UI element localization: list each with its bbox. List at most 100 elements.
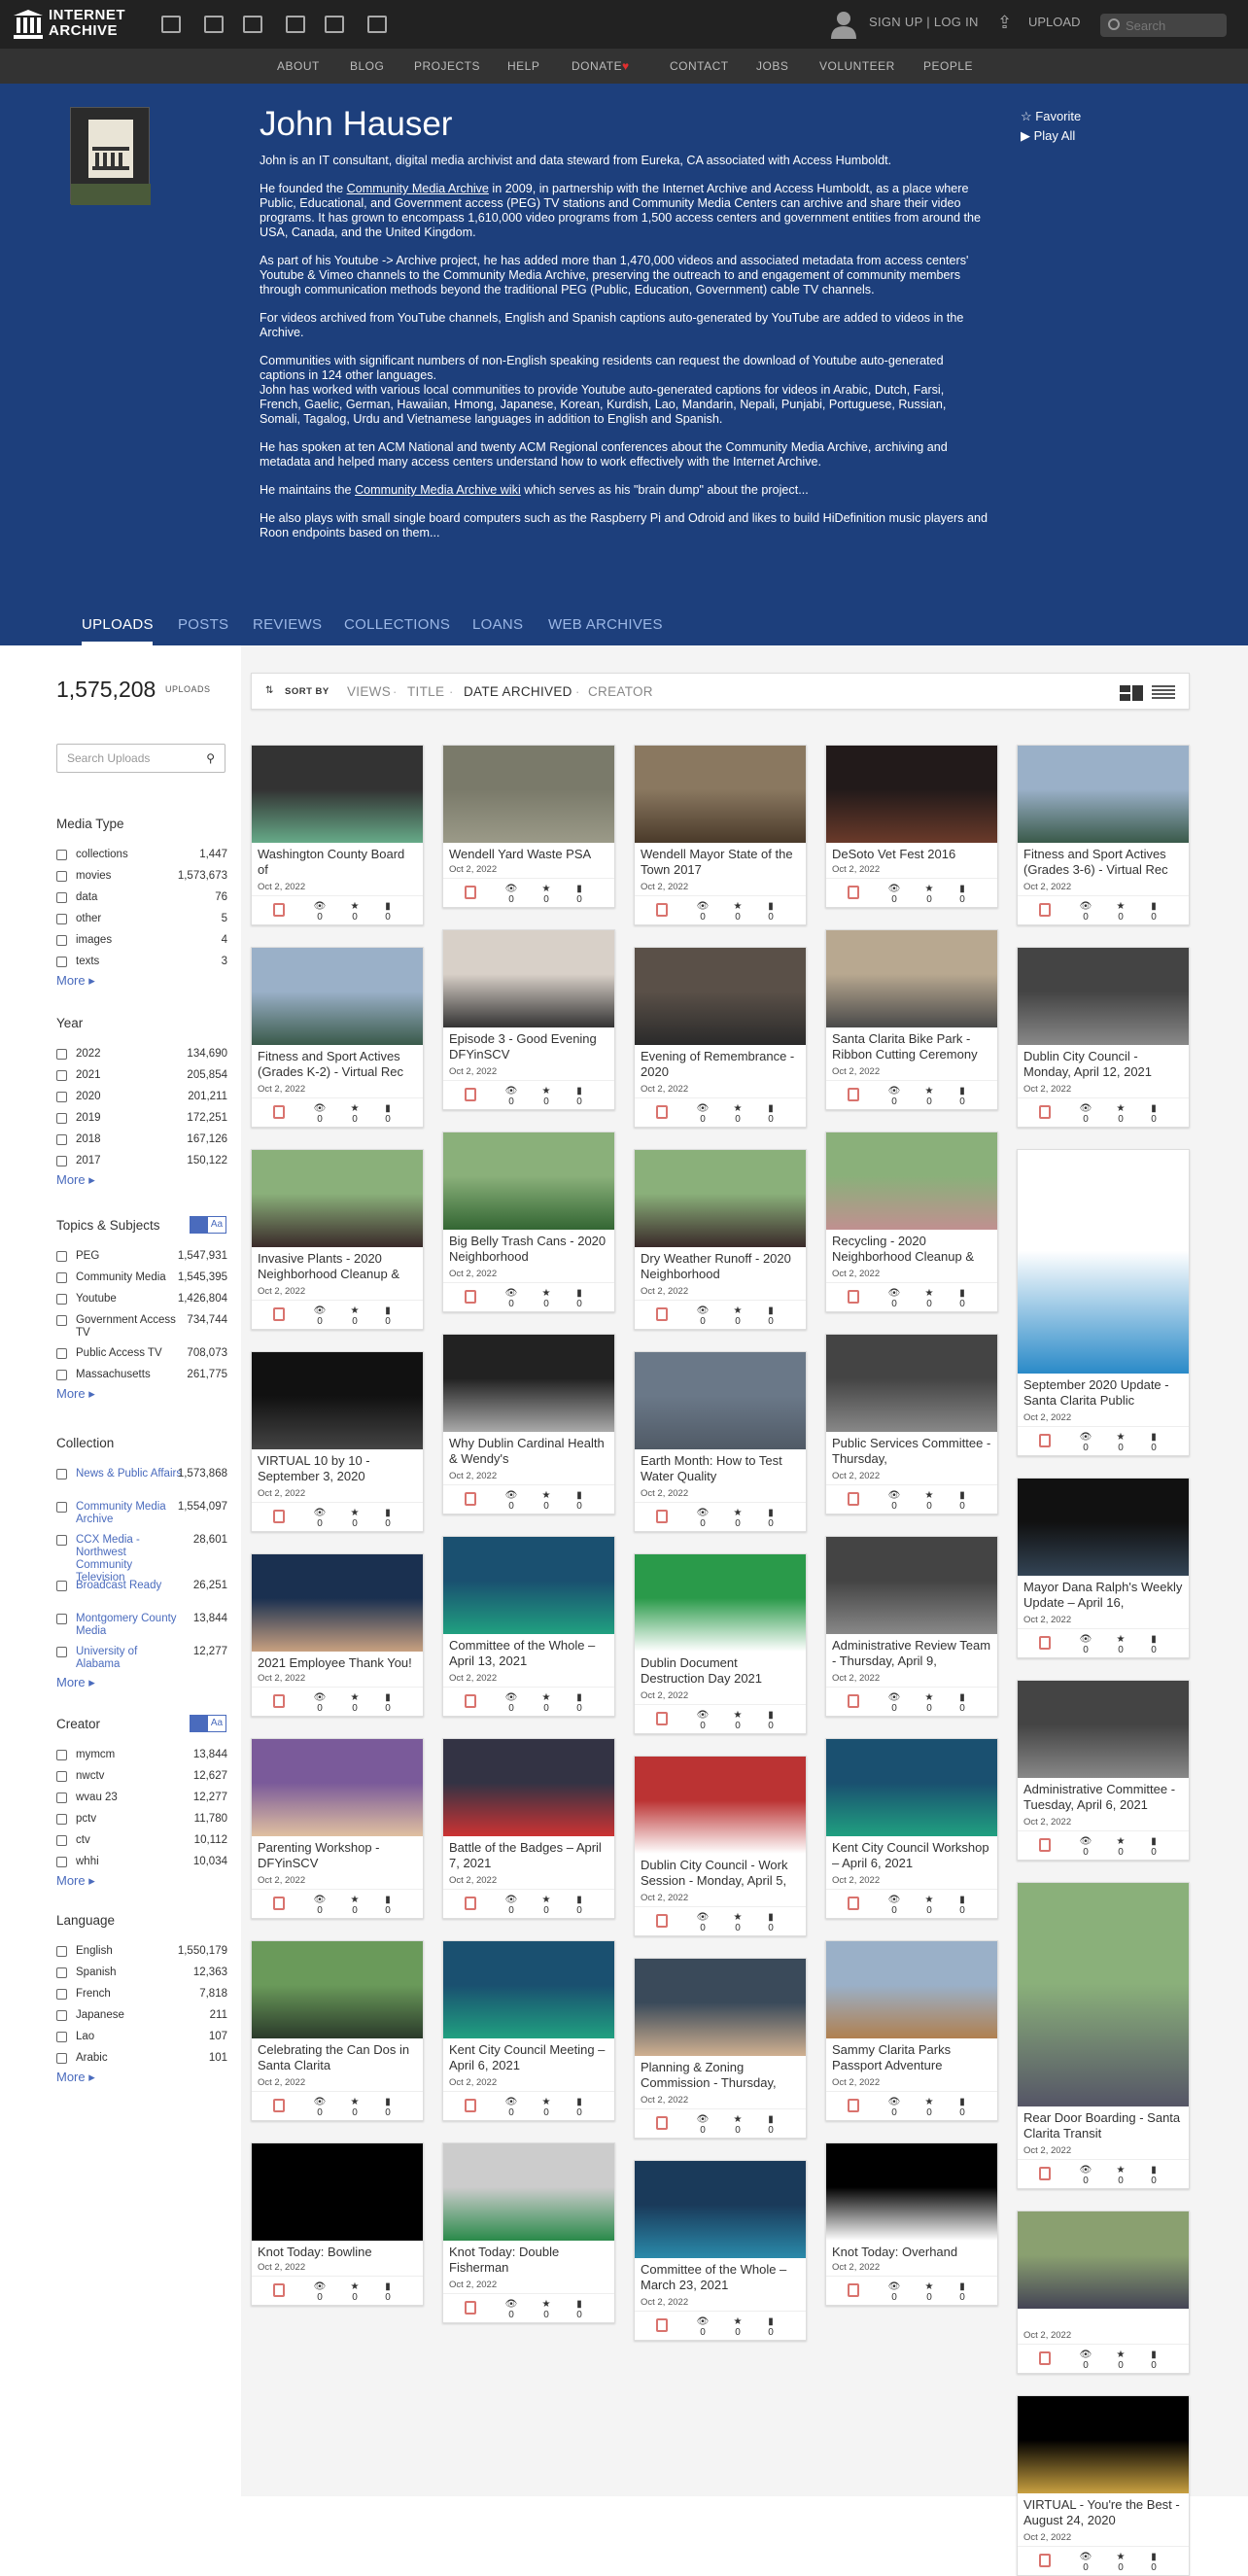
tile-view-icon[interactable] (1120, 685, 1143, 701)
sort-arrow-icon[interactable]: ⇅ (265, 685, 273, 696)
checkbox[interactable] (56, 1647, 67, 1657)
result-tile[interactable]: Mayor Dana Ralph's Weekly Update – April… (1017, 1478, 1190, 1658)
tile-title[interactable]: Administrative Committee - Tuesday, Apri… (1018, 1778, 1189, 1817)
upload-icon[interactable]: ⇪ (997, 14, 1013, 33)
images-icon[interactable] (367, 16, 387, 33)
sort-date-archived[interactable]: DATE ARCHIVED (464, 684, 572, 699)
web-icon[interactable] (161, 16, 181, 33)
result-tile[interactable]: September 2020 Update - Santa Clarita Pu… (1017, 1149, 1190, 1456)
tile-thumbnail[interactable] (443, 1941, 614, 2038)
search-icon[interactable]: ⚲ (206, 751, 215, 765)
tile-title[interactable]: Episode 3 - Good Evening DFYinSCV (443, 1027, 614, 1066)
tile-title[interactable]: Wendell Yard Waste PSA (443, 843, 614, 864)
tile-thumbnail[interactable] (252, 1352, 423, 1449)
wiki-link[interactable]: Community Media Archive wiki (355, 483, 521, 497)
nav-projects[interactable]: PROJECTS (414, 59, 480, 73)
checkbox[interactable] (56, 1750, 67, 1760)
checkbox[interactable] (56, 1502, 67, 1513)
checkbox[interactable] (56, 1370, 67, 1380)
tile-title[interactable]: Knot Today: Overhand (826, 2241, 997, 2262)
result-tile[interactable]: VIRTUAL - You're the Best - August 24, 2… (1017, 2395, 1190, 2576)
result-tile[interactable]: Administrative Review Team - Thursday, A… (825, 1536, 998, 1717)
tab-loans[interactable]: LOANS (472, 616, 523, 633)
tile-thumbnail[interactable] (252, 948, 423, 1045)
tile-title[interactable]: Washington County Board of (252, 843, 423, 882)
result-tile[interactable]: VIRTUAL 10 by 10 - September 3, 2020 Oct … (251, 1351, 424, 1532)
result-tile[interactable]: Oct 2, 2022 👁 0 ★ 0 ▮ 0 (1017, 2210, 1190, 2374)
result-tile[interactable]: Fitness and Sport Actives (Grades 3-6) -… (1017, 745, 1190, 925)
community-media-archive-link[interactable]: Community Media Archive (347, 182, 489, 195)
result-tile[interactable]: Earth Month: How to Test Water Quality Oc… (634, 1351, 807, 1532)
checkbox[interactable] (56, 1272, 67, 1283)
checkbox[interactable] (56, 1156, 67, 1166)
tile-title[interactable]: Knot Today: Double Fisherman (443, 2241, 614, 2280)
result-tile[interactable]: Public Services Committee - Thursday, Oct… (825, 1334, 998, 1514)
result-tile[interactable]: Committee of the Whole – March 23, 2021 O… (634, 2160, 807, 2341)
tile-title[interactable]: Dublin Document Destruction Day 2021 (635, 1652, 806, 1690)
tile-title[interactable]: Sammy Clarita Parks Passport Adventure (826, 2038, 997, 2077)
tile-thumbnail[interactable] (826, 746, 997, 843)
nav-jobs[interactable]: JOBS (756, 59, 788, 73)
tile-thumbnail[interactable] (1018, 948, 1189, 1045)
checkbox[interactable] (56, 1113, 67, 1124)
tile-title[interactable]: Knot Today: Bowline (252, 2241, 423, 2262)
tab-collections[interactable]: COLLECTIONS (344, 616, 450, 633)
checkbox[interactable] (56, 1814, 67, 1825)
favorite-button[interactable]: ☆ Favorite (1021, 107, 1081, 126)
tile-title[interactable]: Invasive Plants - 2020 Neighborhood Clea… (252, 1247, 423, 1286)
result-tile[interactable]: Battle of the Badges – April 7, 2021 Oct … (442, 1738, 615, 1919)
tile-thumbnail[interactable] (443, 1537, 614, 1634)
tile-thumbnail[interactable] (443, 1132, 614, 1230)
facet-more-link[interactable]: More ▸ (56, 1675, 95, 1690)
tile-thumbnail[interactable] (826, 1335, 997, 1432)
tile-thumbnail[interactable] (826, 1941, 997, 2038)
user-icon[interactable] (830, 10, 857, 39)
tile-thumbnail[interactable] (826, 2143, 997, 2241)
result-tile[interactable]: Santa Clarita Bike Park - Ribbon Cutting… (825, 929, 998, 1110)
sort-title[interactable]: TITLE (407, 684, 444, 699)
result-tile[interactable]: Dry Weather Runoff - 2020 Neighborhood Oc… (634, 1149, 807, 1330)
tile-title[interactable]: Santa Clarita Bike Park - Ribbon Cutting… (826, 1027, 997, 1066)
checkbox[interactable] (56, 1857, 67, 1867)
tile-title[interactable]: VIRTUAL - You're the Best - August 24, 2… (1018, 2493, 1189, 2532)
sort-views[interactable]: VIEWS (347, 684, 391, 699)
tile-thumbnail[interactable] (1018, 1479, 1189, 1576)
sort-az-toggle[interactable]: Aa (190, 1715, 226, 1732)
tile-thumbnail[interactable] (635, 948, 806, 1045)
result-tile[interactable]: Knot Today: Bowline Oct 2, 2022 👁 0 ★ 0 ▮ 0 (251, 2142, 424, 2306)
tile-thumbnail[interactable] (252, 1941, 423, 2038)
tab-posts[interactable]: POSTS (178, 616, 228, 633)
checkbox[interactable] (56, 1070, 67, 1081)
checkbox[interactable] (56, 1251, 67, 1262)
checkbox[interactable] (56, 1835, 67, 1846)
tile-thumbnail[interactable] (252, 1739, 423, 1836)
tile-title[interactable]: Mayor Dana Ralph's Weekly Update – April… (1018, 1576, 1189, 1615)
tile-thumbnail[interactable] (443, 1739, 614, 1836)
tile-title[interactable]: Committee of the Whole – April 13, 2021 (443, 1634, 614, 1673)
tile-title[interactable]: September 2020 Update - Santa Clarita Pu… (1018, 1374, 1189, 1412)
facet-more-link[interactable]: More ▸ (56, 1172, 95, 1188)
result-tile[interactable]: Kent City Council Workshop – April 6, 20… (825, 1738, 998, 1919)
signup-login-link[interactable]: SIGN UP | LOG IN (869, 15, 979, 29)
tile-thumbnail[interactable] (443, 1335, 614, 1432)
tab-reviews[interactable]: REVIEWS (253, 616, 322, 633)
tile-title[interactable]: Battle of the Badges – April 7, 2021 (443, 1836, 614, 1875)
tile-thumbnail[interactable] (635, 1757, 806, 1854)
tile-thumbnail[interactable] (252, 1554, 423, 1652)
tile-title[interactable]: Kent City Council Meeting – April 6, 202… (443, 2038, 614, 2077)
checkbox[interactable] (56, 935, 67, 946)
nav-volunteer[interactable]: VOLUNTEER (819, 59, 895, 73)
tile-title[interactable]: Why Dublin Cardinal Health & Wendy's (443, 1432, 614, 1471)
play-all-button[interactable]: ▶ Play All (1021, 126, 1081, 146)
result-tile[interactable]: Knot Today: Overhand Oct 2, 2022 👁 0 ★ 0 ▮ 0 (825, 2142, 998, 2306)
tile-title[interactable]: Administrative Review Team - Thursday, A… (826, 1634, 997, 1673)
tile-title[interactable]: Committee of the Whole – March 23, 2021 (635, 2258, 806, 2297)
result-tile[interactable]: Wendell Mayor State of the Town 2017 Oct … (634, 745, 807, 925)
facet-more-link[interactable]: More ▸ (56, 1873, 95, 1889)
facet-more-link[interactable]: More ▸ (56, 973, 95, 989)
tile-thumbnail[interactable] (826, 1739, 997, 1836)
tile-thumbnail[interactable] (1018, 1883, 1189, 2106)
tile-title[interactable]: Evening of Remembrance - 2020 (635, 1045, 806, 1084)
result-tile[interactable]: Wendell Yard Waste PSA Oct 2, 2022 👁 0 ★ 0 ▮ 0 (442, 745, 615, 908)
checkbox[interactable] (56, 1793, 67, 1803)
